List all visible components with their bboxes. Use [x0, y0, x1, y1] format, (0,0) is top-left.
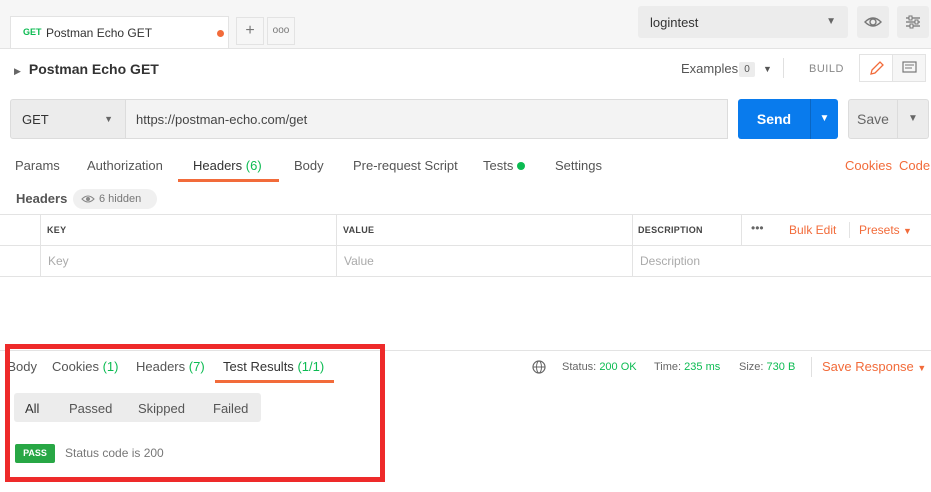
column-key: KEY	[47, 225, 67, 235]
divider	[811, 357, 812, 377]
chevron-down-icon: ▼	[908, 113, 918, 124]
headers-section-label: Headers	[16, 191, 68, 206]
tab-headers-count: (6)	[245, 158, 262, 173]
size-label: Size:	[739, 361, 764, 373]
hidden-headers-label: 6 hidden	[99, 193, 142, 205]
time-value: 235 ms	[684, 361, 721, 373]
eye-icon	[864, 17, 882, 27]
code-link[interactable]: Code	[899, 158, 930, 173]
presets-dropdown[interactable]: Presets ▼	[859, 223, 912, 237]
new-tab-button[interactable]: +	[236, 17, 264, 45]
comment-icon	[902, 61, 917, 73]
tab-headers[interactable]: Headers (6)	[193, 158, 262, 173]
chevron-down-icon: ▼	[917, 363, 927, 373]
manage-environments-button[interactable]	[897, 6, 929, 38]
cookies-link[interactable]: Cookies	[845, 158, 892, 173]
status-label: Status:	[562, 361, 597, 373]
chevron-down-icon[interactable]: ▼	[763, 64, 772, 74]
chevron-down-icon: ▼	[903, 226, 912, 236]
table-row	[0, 276, 931, 277]
build-label: BUILD	[809, 63, 844, 75]
caret-right-icon: ▶	[14, 66, 21, 76]
url-text: https://postman-echo.com/get	[136, 112, 308, 127]
value-input[interactable]: Value	[344, 254, 374, 268]
time-label: Time:	[654, 361, 682, 373]
pencil-icon	[870, 61, 884, 75]
tab-authorization[interactable]: Authorization	[87, 158, 163, 173]
plus-icon: +	[245, 22, 255, 39]
save-button[interactable]: Save	[848, 99, 898, 139]
save-options-button[interactable]: ▼	[897, 99, 929, 139]
send-options-button[interactable]: ▼	[810, 99, 838, 139]
request-name-label: Postman Echo GET	[28, 61, 159, 77]
tab-body[interactable]: Body	[294, 158, 324, 173]
unsaved-dot-icon	[217, 30, 224, 37]
divider	[40, 215, 41, 277]
status-value: 200 OK	[599, 361, 637, 373]
sliders-icon	[906, 15, 920, 29]
size-readout: Size: 730 B	[739, 361, 795, 373]
environment-select[interactable]: logintest ▼	[638, 6, 848, 38]
highlight-box	[5, 344, 385, 482]
tab-title: Postman Echo GET	[46, 26, 153, 40]
method-label: GET	[22, 112, 49, 127]
method-select[interactable]: GET ▼	[10, 99, 126, 139]
tests-indicator-dot	[517, 162, 525, 170]
request-name[interactable]: ▶ Postman Echo GET	[14, 61, 159, 77]
more-icon: ooo	[272, 25, 290, 36]
environment-quick-look-button[interactable]	[857, 6, 889, 38]
hidden-headers-toggle[interactable]: 6 hidden	[73, 189, 157, 209]
status-readout: Status: 200 OK	[562, 361, 637, 373]
tab-params[interactable]: Params	[15, 158, 60, 173]
active-tab-indicator	[178, 179, 279, 182]
tab-prerequest-script[interactable]: Pre-request Script	[353, 158, 458, 173]
column-value: VALUE	[343, 225, 375, 235]
url-input[interactable]: https://postman-echo.com/get	[125, 99, 728, 139]
save-response-label: Save Response	[822, 359, 914, 374]
presets-label: Presets	[859, 223, 900, 237]
divider	[783, 58, 784, 78]
tab-tests[interactable]: Tests	[483, 158, 513, 173]
time-readout: Time: 235 ms	[654, 361, 720, 373]
tab-headers-label: Headers	[193, 158, 243, 173]
description-input[interactable]: Description	[640, 254, 700, 268]
table-header-row	[0, 245, 931, 246]
chevron-down-icon: ▼	[819, 113, 830, 124]
globe-icon[interactable]	[531, 359, 547, 375]
environment-name: logintest	[650, 15, 699, 30]
request-tab[interactable]: GET Postman Echo GET	[10, 16, 229, 48]
save-response-button[interactable]: Save Response ▼	[822, 359, 926, 374]
eye-icon	[81, 195, 95, 203]
divider	[849, 222, 850, 238]
divider	[741, 215, 742, 245]
key-input[interactable]: Key	[48, 254, 69, 268]
bulk-edit-link[interactable]: Bulk Edit	[789, 223, 836, 237]
divider	[632, 215, 633, 277]
column-options-icon[interactable]: •••	[751, 221, 764, 235]
send-button[interactable]: Send	[738, 99, 810, 139]
edit-button[interactable]	[859, 54, 893, 82]
examples-count: 0	[739, 62, 755, 77]
chevron-down-icon: ▼	[826, 16, 836, 27]
tab-settings[interactable]: Settings	[555, 158, 602, 173]
examples-label[interactable]: Examples	[681, 61, 738, 76]
chevron-down-icon: ▼	[104, 114, 113, 124]
tab-method: GET	[23, 27, 42, 37]
size-value: 730 B	[766, 361, 796, 373]
column-description: DESCRIPTION	[638, 225, 703, 235]
comments-button[interactable]	[892, 54, 926, 82]
tab-options-button[interactable]: ooo	[267, 17, 295, 45]
divider	[336, 215, 337, 277]
